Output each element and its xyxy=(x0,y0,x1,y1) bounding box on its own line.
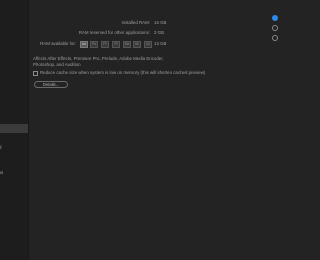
media-encoder-icon: Me xyxy=(123,41,131,48)
reduce-cache-checkbox[interactable] xyxy=(33,71,38,76)
reduce-cache-label: Reduce cache size when system is low on … xyxy=(40,70,206,75)
ram-reserved-value: 3 GB xyxy=(154,30,165,35)
sidebar-item-label: apping xyxy=(0,144,2,149)
sidebar-item-expressions[interactable]: essions xyxy=(0,168,28,177)
ram-available-label: RAM available for: xyxy=(40,41,76,46)
right-edge-strip xyxy=(264,0,278,260)
sidebar-item-memory[interactable]: e xyxy=(0,124,28,133)
sidebar-item-mapping[interactable]: apping xyxy=(0,142,28,151)
premiere-pro-icon: Pr xyxy=(101,41,109,48)
installed-ram-label: Installed RAM: xyxy=(121,20,150,25)
ram-reserved-label: RAM reserved for other applications: xyxy=(78,30,150,35)
after-effects-icon: Ae xyxy=(80,41,88,48)
radio-option-1[interactable] xyxy=(272,15,278,21)
photoshop-icon: Ps xyxy=(90,41,98,48)
installed-ram-value: 16 GB xyxy=(154,20,167,25)
character-animator-icon: Ch xyxy=(144,41,152,48)
radio-option-2[interactable] xyxy=(272,25,278,31)
sidebar-item-cache[interactable]: ache xyxy=(0,78,28,87)
bridge-icon: Br xyxy=(133,41,141,48)
preferences-sidebar: ache e e apping essions xyxy=(0,0,29,260)
prelude-icon: Pl xyxy=(112,41,120,48)
ram-available-value: 13 GB xyxy=(154,41,167,46)
radio-option-3[interactable] xyxy=(272,35,278,41)
memory-settings-panel: Installed RAM: 16 GB RAM reserved for ot… xyxy=(29,0,264,260)
sidebar-item-label: essions xyxy=(0,170,4,175)
details-button[interactable]: Details... xyxy=(34,81,68,88)
affects-apps-note: Affects After Effects, Premiere Pro, Pre… xyxy=(33,56,164,67)
